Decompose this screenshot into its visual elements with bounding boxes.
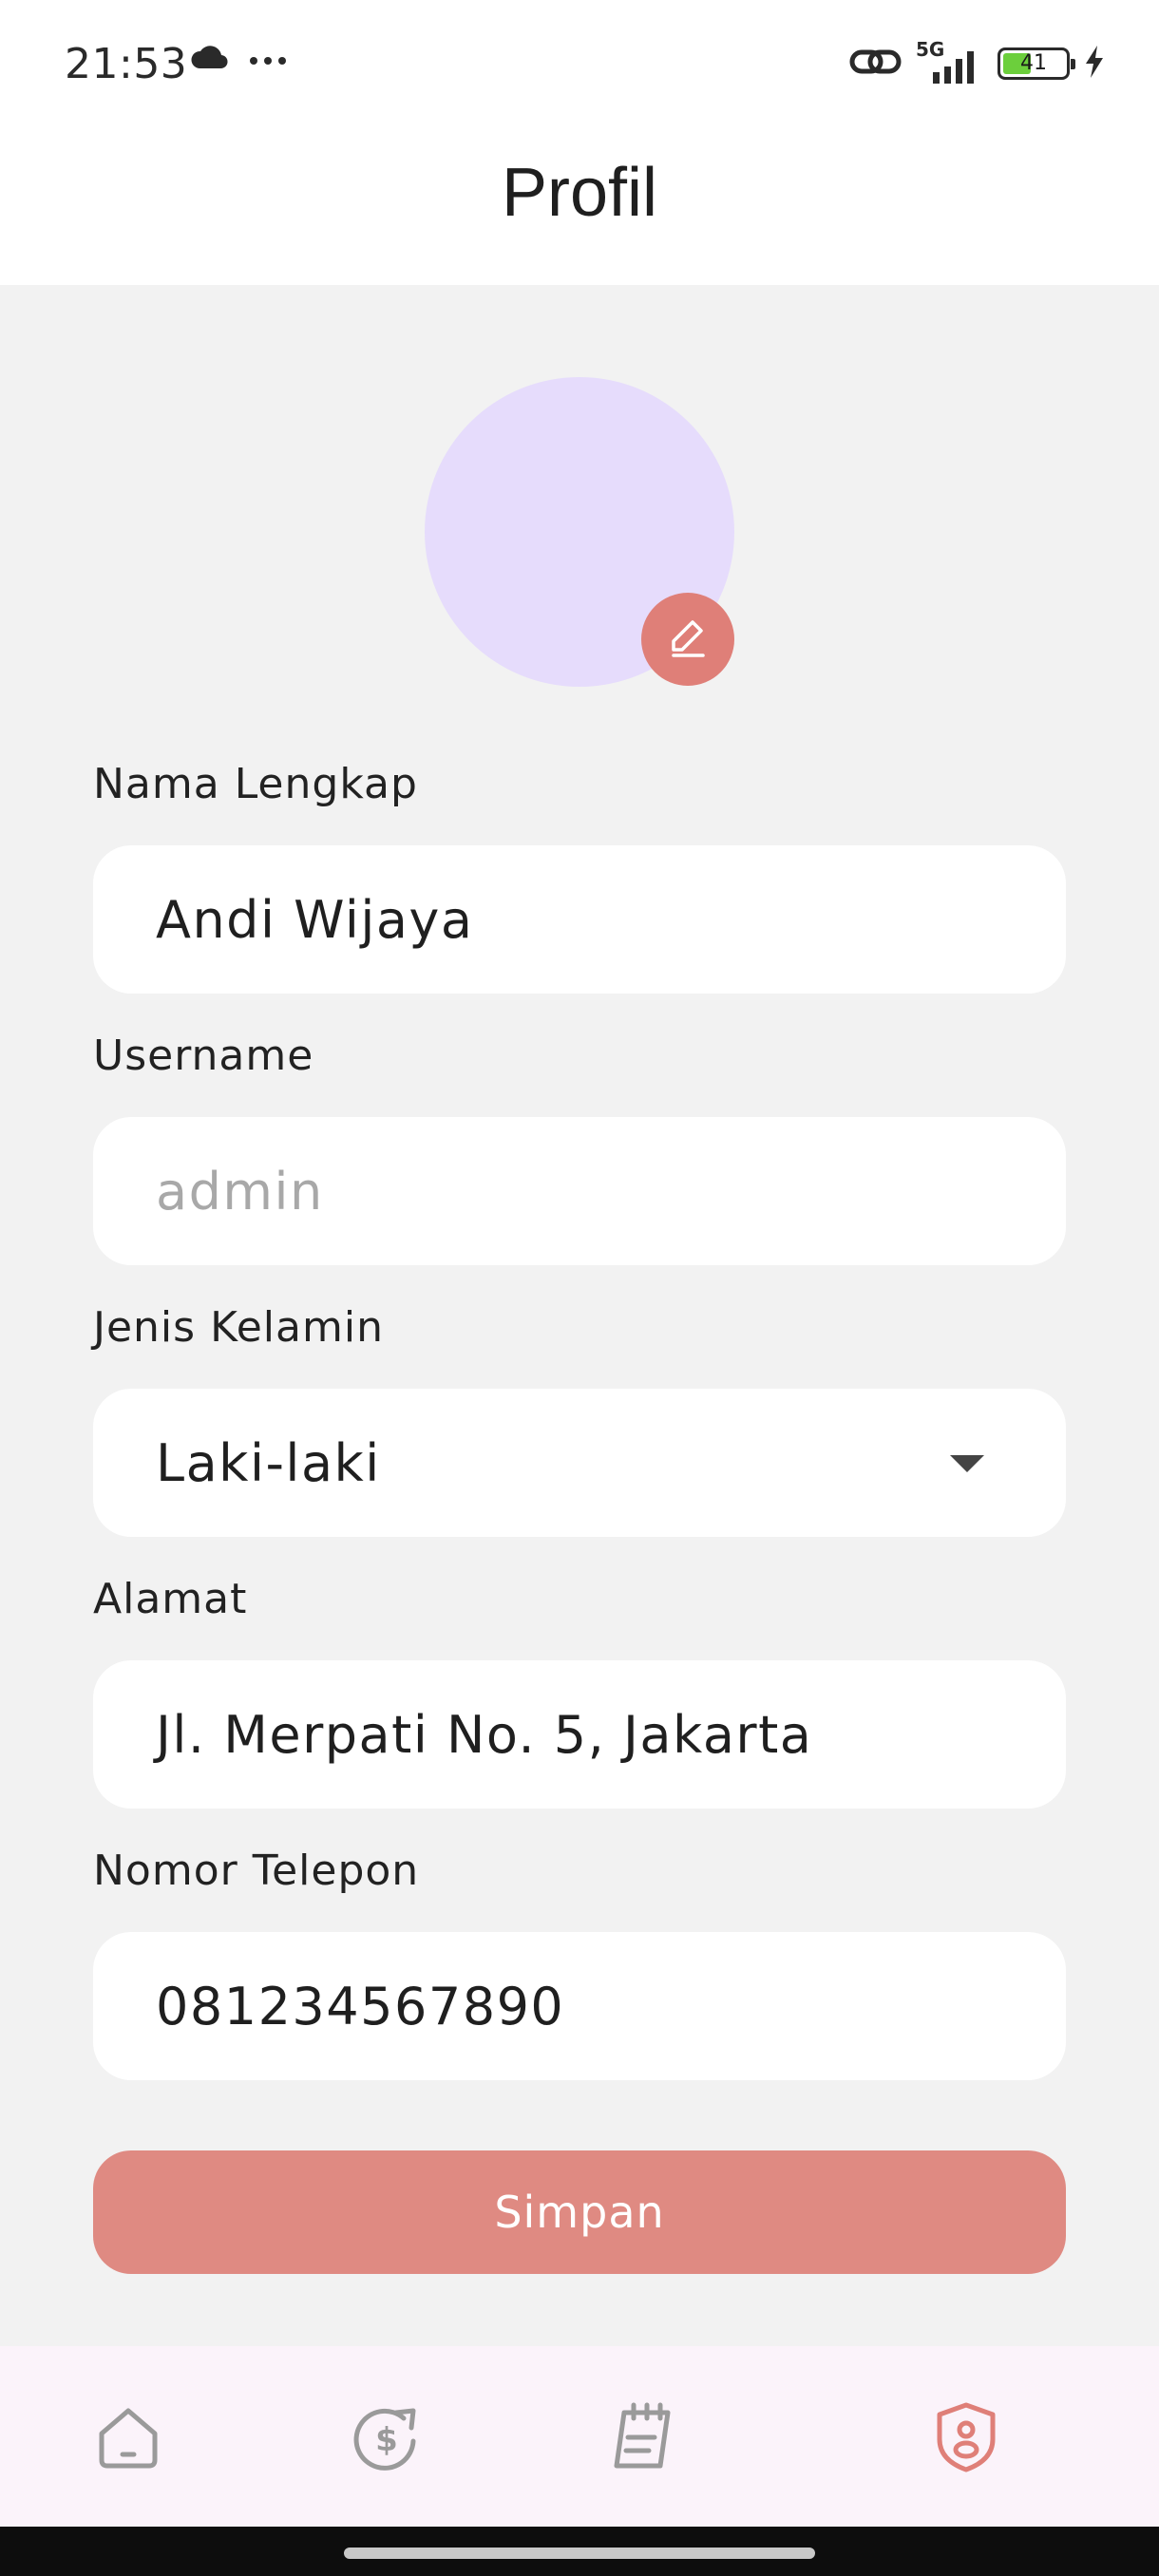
address-field[interactable]: Jl. Merpati No. 5, Jakarta	[93, 1660, 1066, 1809]
status-time: 21:53	[65, 40, 188, 88]
username-input[interactable]	[156, 1161, 1009, 1222]
link-icon	[849, 43, 902, 85]
more-dots-icon	[249, 51, 287, 69]
pencil-icon	[665, 615, 711, 664]
profile-badge-icon	[930, 2399, 1002, 2479]
gender-select[interactable]: Laki-laki	[93, 1389, 1066, 1537]
cloud-icon	[190, 46, 228, 74]
dollar-exchange-icon: $	[349, 2399, 425, 2479]
gender-label: Jenis Kelamin	[93, 1303, 384, 1352]
save-button-label: Simpan	[494, 2187, 665, 2238]
nav-notes[interactable]	[596, 2392, 691, 2487]
address-label: Alamat	[93, 1575, 248, 1623]
username-label: Username	[93, 1032, 314, 1080]
system-gesture-bar	[0, 2527, 1159, 2576]
battery-icon: 41	[998, 47, 1075, 80]
phone-field[interactable]: 081234567890	[93, 1932, 1066, 2080]
dropdown-arrow-icon	[950, 1455, 984, 1472]
username-field[interactable]	[93, 1117, 1066, 1265]
nav-home[interactable]	[81, 2392, 176, 2487]
battery-level: 41	[1020, 51, 1047, 75]
edit-avatar-button[interactable]	[641, 593, 734, 686]
save-button[interactable]: Simpan	[93, 2150, 1066, 2274]
bottom-nav: $	[0, 2346, 1159, 2527]
phone-label: Nomor Telepon	[93, 1847, 420, 1895]
nav-finance[interactable]: $	[339, 2392, 434, 2487]
signal-5g-icon: 5G	[916, 38, 984, 85]
page-title: Profil	[501, 155, 658, 231]
app-header: Profil	[0, 133, 1159, 285]
home-gesture-handle[interactable]	[344, 2548, 815, 2559]
phone-value: 081234567890	[156, 1976, 565, 2036]
full-name-label: Nama Lengkap	[93, 760, 418, 808]
nav-profile[interactable]	[919, 2392, 1014, 2487]
status-right-icons: 5G 41	[849, 38, 1106, 85]
gender-value: Laki-laki	[156, 1432, 381, 1493]
notepad-icon	[605, 2399, 681, 2479]
full-name-field[interactable]: Andi Wijaya	[93, 845, 1066, 994]
charging-bolt-icon	[1083, 45, 1106, 83]
home-icon	[92, 2401, 164, 2477]
status-left-icons	[190, 46, 287, 74]
status-bar: 21:53 5G 41	[0, 0, 1159, 133]
address-value: Jl. Merpati No. 5, Jakarta	[156, 1704, 813, 1765]
full-name-value: Andi Wijaya	[156, 889, 474, 950]
svg-text:$: $	[375, 2421, 398, 2459]
